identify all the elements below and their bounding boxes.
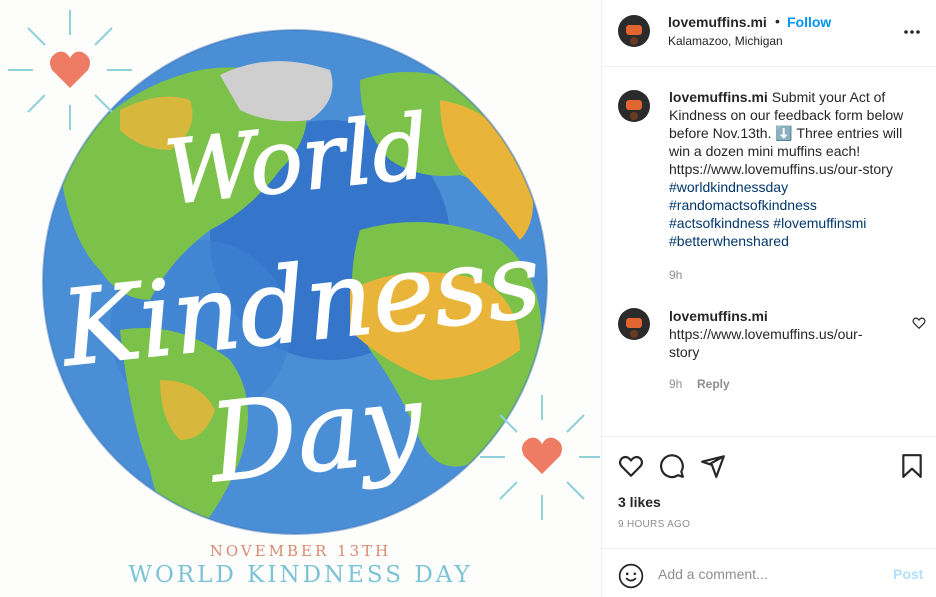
comment-like-icon[interactable] xyxy=(912,316,926,330)
emoji-icon[interactable] xyxy=(618,563,644,589)
post-artwork: World Kindness Day xyxy=(8,10,600,535)
hashtag[interactable]: #actsofkindness xyxy=(669,215,769,231)
caption-timestamp[interactable]: 9h xyxy=(669,268,682,282)
comment-timestamp[interactable]: 9h xyxy=(669,377,682,391)
poster-date: NOVEMBER 13TH xyxy=(209,542,392,560)
post-timestamp[interactable]: 9 HOURS AGO xyxy=(618,519,690,530)
follow-button[interactable]: Follow xyxy=(787,14,831,30)
comment-input[interactable] xyxy=(658,563,878,585)
post-sidebar: lovemuffins.mi • Follow Kalamazoo, Michi… xyxy=(601,0,936,597)
post-comment-button[interactable]: Post xyxy=(893,566,923,582)
comment-body: https://www.lovemuffins.us/our-story xyxy=(669,326,863,360)
more-horizontal-icon[interactable] xyxy=(902,22,922,42)
separator-dot: • xyxy=(775,13,780,29)
down-arrow-emoji: ⬇️ xyxy=(775,125,793,141)
post-actions: 3 likes 9 HOURS AGO xyxy=(602,436,936,548)
poster-title-line-3: Day xyxy=(202,360,430,507)
avatar[interactable] xyxy=(618,90,650,122)
add-comment-bar: Post xyxy=(602,548,936,597)
comment-username[interactable]: lovemuffins.mi xyxy=(669,307,884,325)
comment-text: lovemuffins.mi https://www.lovemuffins.u… xyxy=(669,307,884,361)
caption-text: lovemuffins.mi Submit your Act of Kindne… xyxy=(669,88,924,250)
poster-subtitle: WORLD KINDNESS DAY xyxy=(128,562,473,588)
caption-url: https://www.lovemuffins.us/our-story xyxy=(669,161,893,177)
heart-icon[interactable] xyxy=(618,453,644,479)
post-header: lovemuffins.mi • Follow Kalamazoo, Michi… xyxy=(602,0,936,67)
post-image[interactable]: World Kindness Day NOVEMBER 13TH WORLD K… xyxy=(0,0,601,597)
header-username[interactable]: lovemuffins.mi xyxy=(668,14,767,30)
hashtag[interactable]: #randomactsofkindness xyxy=(669,196,924,214)
likes-count[interactable]: 3 likes xyxy=(618,494,661,510)
location-link[interactable]: Kalamazoo, Michigan xyxy=(668,34,783,48)
comment-icon[interactable] xyxy=(659,453,685,479)
avatar[interactable] xyxy=(618,308,650,340)
hashtag[interactable]: #betterwhenshared xyxy=(669,232,924,250)
reply-button[interactable]: Reply xyxy=(697,377,730,391)
hashtag[interactable]: #worldkindnessday xyxy=(669,178,924,196)
caption-username[interactable]: lovemuffins.mi xyxy=(669,89,768,105)
hashtag[interactable]: #lovemuffinsmi xyxy=(773,215,866,231)
share-icon[interactable] xyxy=(700,453,726,479)
bookmark-icon[interactable] xyxy=(899,453,925,479)
avatar[interactable] xyxy=(618,15,650,47)
